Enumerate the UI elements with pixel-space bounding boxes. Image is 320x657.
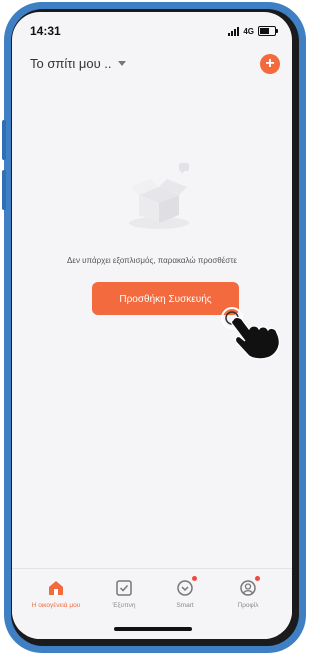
notification-dot <box>255 576 260 581</box>
plus-icon: + <box>265 55 275 72</box>
tab-profile[interactable]: Προφίλ <box>220 576 276 609</box>
chevron-down-icon <box>117 61 126 66</box>
status-icons: 4G <box>228 26 278 36</box>
home-selector[interactable]: Το σπίτι μου .. <box>30 56 126 71</box>
status-bar: 14:31 4G <box>12 12 292 48</box>
tab-label: Η οικογένειά μου <box>31 602 81 609</box>
smart-scene-icon <box>174 576 197 599</box>
tab-label: Smart <box>176 602 194 609</box>
tab-smart[interactable]: Smart <box>157 576 213 609</box>
empty-box-icon <box>129 163 189 229</box>
home-indicator[interactable] <box>114 627 192 631</box>
notification-dot <box>192 576 197 581</box>
signal-icon <box>228 26 240 36</box>
home-name: Το σπίτι μου .. <box>30 56 112 71</box>
app-screen: 14:31 4G Το σπίτι μου .. + Δεν υπάρχει ε… <box>12 12 292 639</box>
status-time: 14:31 <box>30 24 61 38</box>
pointing-hand-icon <box>221 307 280 360</box>
network-type: 4G <box>243 26 254 36</box>
tab-family[interactable]: Η οικογένειά μου <box>28 577 84 609</box>
battery-icon <box>258 26 278 36</box>
side-button <box>2 120 6 160</box>
empty-message: Δεν υπάρχει εξοπλισμός, παρακαλώ προσθέσ… <box>67 256 237 265</box>
checklist-icon <box>113 577 135 599</box>
tab-label: Προφίλ <box>237 602 259 609</box>
bottom-tab-bar: Η οικογένειά μου Έξυπνη Smart Προφίλ <box>12 568 292 639</box>
side-button <box>2 170 6 210</box>
tab-label: Έξυπνη <box>112 602 136 609</box>
profile-icon <box>237 576 260 599</box>
tab-smart-tasks[interactable]: Έξυπνη <box>96 577 152 609</box>
add-button[interactable]: + <box>260 54 280 74</box>
home-icon <box>45 577 67 599</box>
